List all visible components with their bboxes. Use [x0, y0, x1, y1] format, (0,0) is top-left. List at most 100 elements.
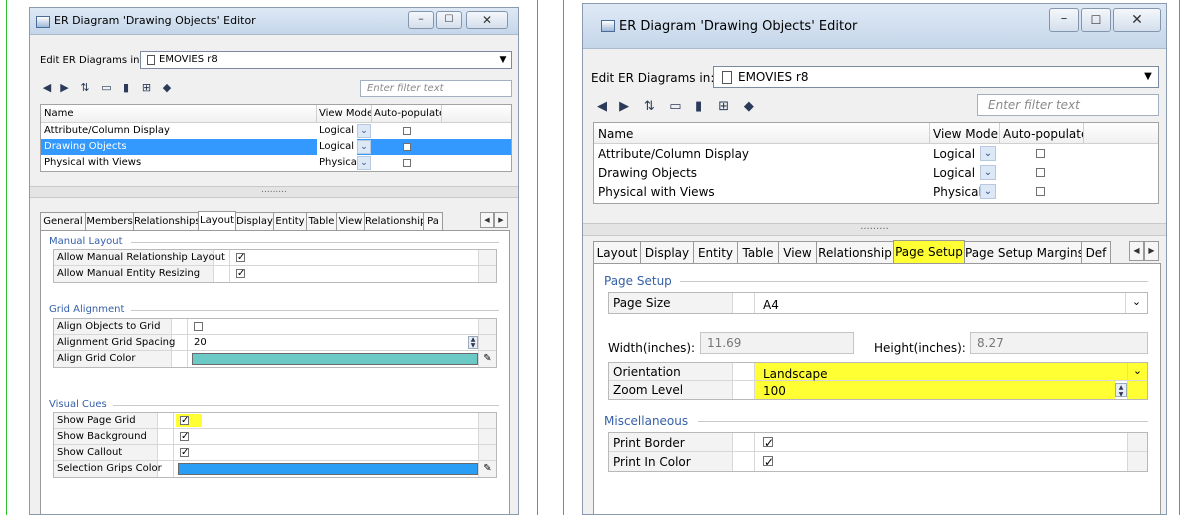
- forward-icon[interactable]: ▶: [615, 99, 633, 114]
- model-combo[interactable]: EMOVIES r8 ▼: [713, 66, 1159, 88]
- table-row[interactable]: Physical with Views Physical ⌄: [41, 155, 511, 171]
- chevron-down-icon[interactable]: ⌄: [357, 124, 371, 138]
- maximize-button[interactable]: ☐: [436, 11, 462, 29]
- column-header-name[interactable]: Name: [41, 105, 317, 122]
- column-header-auto-populate[interactable]: Auto-populate: [372, 105, 442, 122]
- auto-populate-checkbox[interactable]: [403, 143, 411, 151]
- table-row[interactable]: Attribute/Column Display Logical ⌄: [41, 123, 511, 139]
- property-row[interactable]: Allow Manual Entity Resizing: [54, 266, 496, 282]
- back-icon[interactable]: ◀: [40, 81, 54, 94]
- sort-icon[interactable]: ⇅: [637, 99, 661, 114]
- tab-page-setup-margins[interactable]: Page Setup Margins: [964, 241, 1084, 263]
- spinner-icon[interactable]: ▲ ▼: [1115, 383, 1127, 398]
- splitter-handle[interactable]: .........: [30, 186, 518, 198]
- property-value[interactable]: [230, 266, 478, 282]
- zoom-level-input[interactable]: 100: [755, 381, 1115, 399]
- tab-display[interactable]: Display: [640, 241, 694, 263]
- property-row[interactable]: Print In Color: [609, 452, 1147, 471]
- auto-populate-checkbox[interactable]: [403, 159, 411, 167]
- grid-color-swatch[interactable]: [192, 353, 478, 365]
- property-value[interactable]: [230, 250, 478, 265]
- column-header-auto-populate[interactable]: Auto-populate: [1000, 123, 1084, 143]
- tab-scroll-left-icon[interactable]: ◀: [480, 212, 494, 228]
- auto-populate-checkbox[interactable]: [1036, 149, 1045, 158]
- show-background-checkbox[interactable]: [180, 431, 189, 442]
- property-row[interactable]: Alignment Grid Spacing 20 ▲ ▼: [54, 335, 496, 351]
- tab-view[interactable]: View: [336, 212, 365, 230]
- property-row[interactable]: Show Callout: [54, 445, 496, 461]
- tab-default-truncated[interactable]: Def: [1081, 241, 1111, 263]
- grid-spacing-input[interactable]: 20: [188, 335, 468, 350]
- property-row[interactable]: Align Objects to Grid: [54, 319, 496, 335]
- model-combo[interactable]: EMOVIES r8 ▼: [140, 51, 512, 69]
- table-row[interactable]: Physical with Views Physical ⌄: [594, 182, 1158, 201]
- property-row[interactable]: Zoom Level 100 ▲ ▼: [609, 381, 1147, 399]
- chevron-down-icon[interactable]: ⌄: [980, 184, 996, 199]
- property-row[interactable]: Print Border: [609, 433, 1147, 452]
- property-row[interactable]: Align Grid Color ✎: [54, 351, 496, 367]
- close-button[interactable]: ✕: [466, 11, 508, 29]
- back-icon[interactable]: ◀: [593, 99, 611, 114]
- row-view-mode[interactable]: Physical: [930, 182, 980, 201]
- print-border-checkbox[interactable]: [763, 436, 774, 450]
- delete-icon[interactable]: ▮: [690, 99, 708, 114]
- chevron-down-icon[interactable]: ⌄: [357, 156, 371, 170]
- tab-entity[interactable]: Entity: [273, 212, 307, 230]
- column-header-view-mode[interactable]: View Mode: [317, 105, 372, 122]
- eraser-icon[interactable]: ◆: [740, 99, 758, 114]
- align-objects-checkbox[interactable]: [194, 322, 203, 331]
- auto-populate-checkbox[interactable]: [1036, 187, 1045, 196]
- row-view-mode[interactable]: Logical: [930, 163, 980, 182]
- grips-color-swatch[interactable]: [178, 463, 478, 475]
- tab-scroll-right-icon[interactable]: ▶: [1144, 241, 1159, 261]
- delete-icon[interactable]: ▮: [118, 81, 134, 94]
- property-row[interactable]: Selection Grips Color ✎: [54, 461, 496, 477]
- table-row[interactable]: Drawing Objects Logical ⌄: [594, 163, 1158, 182]
- chevron-down-icon[interactable]: ▼: [1138, 67, 1158, 87]
- property-value[interactable]: [755, 452, 1127, 471]
- auto-populate-checkbox[interactable]: [1036, 168, 1045, 177]
- tab-general[interactable]: General: [40, 212, 86, 230]
- tab-entity[interactable]: Entity: [693, 241, 738, 263]
- show-page-grid-checkbox[interactable]: [180, 415, 189, 426]
- manual-entity-resizing-checkbox[interactable]: [236, 268, 245, 279]
- tab-page-setup-truncated[interactable]: Pa: [423, 212, 443, 230]
- chevron-down-icon[interactable]: ⌄: [357, 140, 371, 154]
- page-size-value[interactable]: A4: [755, 293, 1125, 313]
- minimize-button[interactable]: –: [1049, 8, 1079, 32]
- tab-page-setup[interactable]: Page Setup: [893, 240, 965, 263]
- property-row[interactable]: Allow Manual Relationship Layout: [54, 250, 496, 266]
- column-header-view-mode[interactable]: View Mode: [930, 123, 1000, 143]
- new-folder-icon[interactable]: ▭: [99, 81, 115, 94]
- row-view-mode[interactable]: Logical: [930, 144, 980, 163]
- maximize-button[interactable]: ☐: [1081, 8, 1111, 32]
- splitter-handle[interactable]: .........: [583, 222, 1166, 236]
- property-row[interactable]: Show Page Grid: [54, 413, 496, 429]
- tab-view[interactable]: View: [778, 241, 817, 263]
- tab-table[interactable]: Table: [306, 212, 337, 230]
- tab-scroll-left-icon[interactable]: ◀: [1129, 241, 1144, 261]
- tab-display[interactable]: Display: [235, 212, 274, 230]
- tab-table[interactable]: Table: [737, 241, 779, 263]
- chevron-down-icon[interactable]: ▼: [495, 52, 511, 68]
- property-value[interactable]: [755, 433, 1127, 451]
- manual-relationship-layout-checkbox[interactable]: [236, 252, 245, 263]
- tab-members[interactable]: Members: [85, 212, 134, 230]
- property-row[interactable]: Orientation Landscape ⌄: [609, 363, 1147, 381]
- property-row[interactable]: Show Background: [54, 429, 496, 445]
- print-in-color-checkbox[interactable]: [763, 455, 774, 469]
- tab-relationship[interactable]: Relationship: [364, 212, 426, 230]
- eyedropper-icon[interactable]: ✎: [478, 461, 496, 477]
- chevron-down-icon[interactable]: ⌄: [1127, 363, 1147, 380]
- spinner-icon[interactable]: ▲ ▼: [468, 336, 478, 349]
- column-header-name[interactable]: Name: [594, 123, 930, 143]
- filter-input[interactable]: Enter filter text: [977, 94, 1159, 116]
- property-row[interactable]: Page Size A4 ⌄: [609, 293, 1147, 313]
- sort-icon[interactable]: ⇅: [75, 81, 95, 94]
- tab-scroll-right-icon[interactable]: ▶: [494, 212, 508, 228]
- minimize-button[interactable]: –: [408, 11, 434, 29]
- chevron-down-icon[interactable]: ⌄: [980, 165, 996, 180]
- close-button[interactable]: ✕: [1113, 8, 1161, 32]
- auto-populate-checkbox[interactable]: [403, 127, 411, 135]
- chevron-down-icon[interactable]: ⌄: [980, 146, 996, 161]
